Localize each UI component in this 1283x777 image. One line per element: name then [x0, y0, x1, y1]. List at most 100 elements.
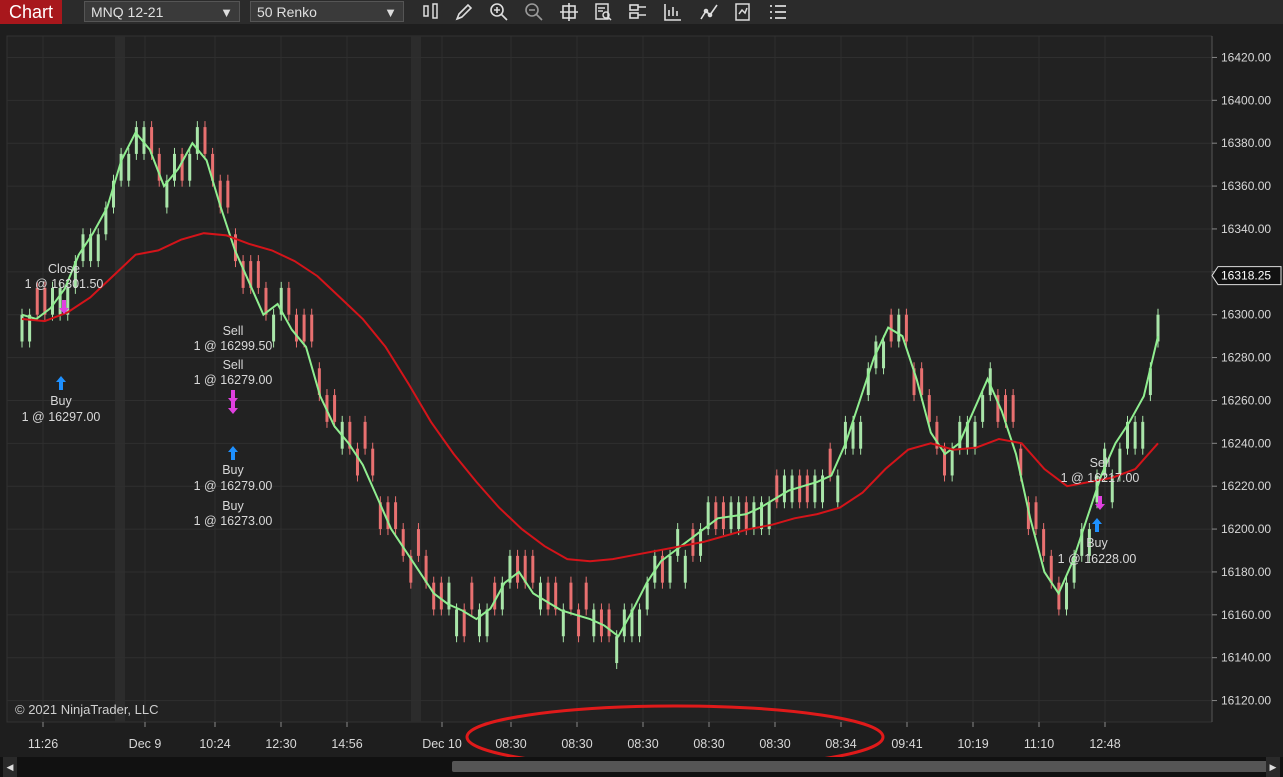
bar-type-selector[interactable]: 50 Renko ▼ [250, 1, 404, 22]
pencil-icon[interactable] [454, 2, 474, 22]
renko-bar [226, 180, 230, 208]
price-tick-label: 16220.00 [1221, 479, 1271, 493]
scroll-right-icon[interactable]: ▶ [1266, 757, 1280, 777]
copyright-text: © 2021 NinjaTrader, LLC [15, 702, 159, 717]
execution-qty-price: 1 @ 16297.00 [22, 410, 101, 424]
price-axis-background [1212, 24, 1283, 757]
price-tick-label: 16240.00 [1221, 436, 1271, 450]
chart-trader-icon[interactable] [663, 2, 683, 22]
renko-bar [836, 475, 840, 503]
time-tick-label: 10:19 [957, 737, 988, 751]
renko-bar [645, 582, 649, 610]
time-tick-label: 09:41 [891, 737, 922, 751]
time-tick-label: 14:56 [331, 737, 362, 751]
renko-bar [1141, 421, 1145, 449]
renko-bar [1133, 421, 1137, 449]
renko-bar [363, 421, 367, 449]
execution-qty-price: 1 @ 16217.00 [1061, 471, 1140, 485]
renko-bar [592, 609, 596, 637]
renko-bar [272, 314, 276, 342]
renko-bar [96, 234, 100, 262]
session-break [115, 36, 125, 722]
time-tick-label: 12:30 [265, 737, 296, 751]
renko-bar [1034, 502, 1038, 530]
price-axis[interactable]: 16420.00 16400.00 16380.00 16360.00 16340.00… [1211, 24, 1283, 757]
renko-bar [721, 502, 725, 530]
scroll-left-icon[interactable]: ◀ [3, 757, 17, 777]
renko-bar [927, 395, 931, 422]
horizontal-scrollbar[interactable]: ◀ ▶ [0, 757, 1283, 777]
execution-action: Sell [1090, 456, 1111, 470]
renko-bar [805, 475, 809, 503]
renko-bar [477, 609, 481, 637]
renko-bar [683, 555, 687, 583]
more-icon[interactable] [768, 2, 788, 22]
price-tick-label: 16260.00 [1221, 393, 1271, 407]
renko-bar [1057, 582, 1061, 610]
renko-bar [569, 582, 573, 610]
renko-bar [172, 153, 176, 181]
time-tick-label: 08:30 [627, 737, 658, 751]
time-tick-label: 12:48 [1089, 737, 1120, 751]
execution-action: Buy [1086, 536, 1108, 550]
indicators-icon[interactable] [733, 2, 753, 22]
zoom-in-icon[interactable] [489, 2, 509, 22]
time-tick-label: Dec 10 [422, 737, 462, 751]
strategy-icon[interactable] [699, 2, 719, 22]
renko-bar [188, 153, 192, 181]
renko-bar [333, 395, 337, 422]
renko-bar [638, 609, 642, 637]
time-tick-label: 08:30 [693, 737, 724, 751]
bar-style-icon[interactable] [421, 2, 441, 22]
renko-bar [371, 448, 375, 476]
execution-qty-price: 1 @ 16279.00 [194, 373, 273, 387]
instrument-selector[interactable]: MNQ 12-21 ▼ [84, 1, 240, 22]
zoom-out-icon[interactable] [524, 2, 544, 22]
price-tick-label: 16140.00 [1221, 651, 1271, 665]
execution-action: Buy [222, 463, 244, 477]
time-tick-label: 10:24 [199, 737, 230, 751]
price-tick-label: 16160.00 [1221, 608, 1271, 622]
renko-bar [798, 475, 802, 503]
renko-bar [203, 127, 207, 154]
renko-bar [287, 287, 291, 315]
price-tick-label: 16380.00 [1221, 136, 1271, 150]
chart-tab[interactable]: Chart [0, 0, 62, 24]
toolbar: Chart MNQ 12-21 ▼ 50 Renko ▼ [0, 0, 1283, 24]
renko-bar [981, 395, 985, 422]
price-tick-label: 16420.00 [1221, 50, 1271, 64]
scroll-thumb[interactable] [452, 761, 1270, 772]
renko-bar [714, 502, 718, 530]
price-chart[interactable]: Close1 @ 16301.50Buy1 @ 16297.00Sell1 @ … [0, 24, 1283, 757]
renko-bar [355, 448, 359, 476]
renko-bar [607, 609, 611, 637]
renko-bar [752, 502, 756, 530]
execution-action: Sell [223, 358, 244, 372]
crosshair-icon[interactable] [559, 2, 579, 22]
price-tick-label: 16180.00 [1221, 565, 1271, 579]
renko-bar [584, 582, 588, 610]
renko-bar [35, 287, 39, 315]
chevron-down-icon: ▼ [384, 5, 397, 20]
renko-bar [668, 555, 672, 583]
renko-bar [531, 555, 535, 583]
price-tick-label: 16300.00 [1221, 308, 1271, 322]
price-tick-label: 16280.00 [1221, 351, 1271, 365]
renko-bar [828, 448, 832, 476]
renko-bar [897, 314, 901, 342]
renko-bar [264, 287, 268, 315]
data-box-icon[interactable] [593, 2, 613, 22]
renko-bar [401, 529, 405, 556]
renko-bar [882, 341, 886, 369]
renko-bar [432, 582, 436, 610]
renko-bar [1042, 529, 1046, 556]
renko-bar [904, 314, 908, 342]
renko-bar [302, 314, 306, 342]
renko-bar [1065, 582, 1069, 610]
session-break [411, 36, 421, 722]
price-tick-label: 16360.00 [1221, 179, 1271, 193]
chevron-down-icon: ▼ [220, 5, 233, 20]
properties-icon[interactable] [628, 2, 648, 22]
renko-bar [50, 287, 54, 315]
execution-qty-price: 1 @ 16273.00 [194, 514, 273, 528]
